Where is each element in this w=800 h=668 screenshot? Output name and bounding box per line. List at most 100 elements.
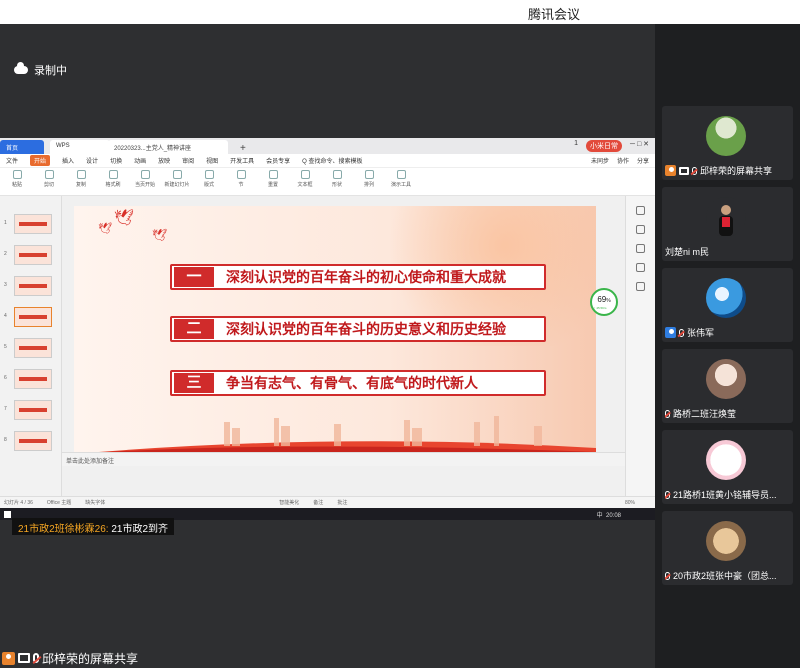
ribbon-button[interactable]: 演示工具 — [388, 170, 414, 193]
zoom-level[interactable]: 80% — [625, 500, 635, 506]
band-number: 二 — [174, 319, 214, 339]
menu-right-item[interactable]: 分享 — [637, 156, 649, 165]
participant-card[interactable]: 邱梓荣的屏幕共享 — [662, 106, 793, 180]
participant-name: 张伟军 — [687, 328, 715, 338]
status-bar: 幻灯片 4 / 36 Office 主题 缺失字体 智能美化 备注 批注 80% — [0, 496, 655, 508]
ribbon-button[interactable]: 节 — [228, 170, 254, 193]
ribbon-button[interactable]: 形状 — [324, 170, 350, 193]
editor-body: 12345678 🕊 🕊 🕊 一深刻认识党的百年奋斗的初心使命和重大成就二深刻认… — [0, 196, 655, 496]
ribbon-button[interactable]: 版式 — [196, 170, 222, 193]
participant-card[interactable]: 张伟军 — [662, 268, 793, 342]
ribbon-button[interactable]: 粘贴 — [4, 170, 30, 193]
ribbon-label: 粘贴 — [11, 182, 22, 188]
theme-label: Office 主题 — [46, 500, 72, 506]
ribbon-label: 复制 — [75, 182, 86, 188]
menu-item[interactable]: 动画 — [134, 156, 146, 165]
window-count[interactable]: 1 — [574, 140, 578, 152]
tabbar-right: 1 小米日常 ─ □ ✕ — [574, 140, 649, 152]
slide-heading-band: 三争当有志气、有骨气、有底气的时代新人 — [170, 370, 546, 396]
participant-card[interactable]: 刘楚ni m民 — [662, 187, 793, 261]
tab-home[interactable]: 首页 — [0, 140, 44, 154]
new-tab-button[interactable]: + — [234, 140, 252, 154]
participant-label: 张伟军 — [665, 326, 714, 339]
slide-thumbnail[interactable] — [14, 307, 52, 327]
app-title: 腾讯会议 — [528, 7, 581, 22]
thumbnail-number: 3 — [4, 282, 7, 288]
menu-item[interactable]: 会员专享 — [266, 156, 290, 165]
menu-item[interactable]: 切换 — [110, 156, 122, 165]
pointer-icon[interactable] — [636, 206, 645, 215]
ribbon-tool-icon — [76, 170, 86, 179]
ribbon-button[interactable]: 复制 — [68, 170, 94, 193]
menu-item[interactable]: 插入 — [62, 156, 74, 165]
participant-card[interactable]: 21路桥1班黄小铭辅导员... — [662, 430, 793, 504]
participant-card[interactable]: 20市政2班张中豪（团总... — [662, 511, 793, 585]
ribbon-tool-icon — [108, 170, 118, 179]
ribbon-button[interactable]: 当页开始 — [132, 170, 158, 193]
slide-thumbnails[interactable]: 1 2 3 4 5 6 7 8 — [0, 196, 62, 496]
ribbon-button[interactable]: 新建幻灯片 — [164, 170, 190, 193]
mic-muted-icon — [665, 571, 670, 580]
slide-thumbnail[interactable] — [14, 276, 52, 296]
menu-item[interactable]: 视图 — [206, 156, 218, 165]
user-badge[interactable]: 小米日常 — [586, 140, 623, 152]
brush-icon[interactable] — [636, 225, 645, 234]
menu-item[interactable]: Q 查找命令、搜索模板 — [302, 156, 362, 165]
band-text: 深刻认识党的百年奋斗的历史意义和历史经验 — [226, 322, 506, 338]
menu-right-item[interactable]: 未同步 — [591, 156, 609, 165]
menu-item[interactable]: 开始 — [30, 155, 51, 166]
comments-button[interactable]: 备注 — [313, 499, 323, 506]
ribbon-label: 节 — [238, 182, 244, 188]
ribbon-label: 格式刷 — [105, 182, 121, 188]
slide-thumbnail[interactable] — [14, 369, 52, 389]
menu-right-item[interactable]: 协作 — [617, 156, 629, 165]
beautify-button[interactable]: 智能美化 — [279, 499, 299, 506]
shape-icon[interactable] — [636, 244, 645, 253]
ribbon-button[interactable]: 剪切 — [36, 170, 62, 193]
annotation-button[interactable]: 批注 — [337, 499, 347, 506]
tab-wps[interactable]: WPS — [50, 140, 110, 154]
ribbon-button[interactable]: 文本框 — [292, 170, 318, 193]
slide-heading-band: 一深刻认识党的百年奋斗的初心使命和重大成就 — [170, 264, 546, 290]
participant-name: 路桥二班汪焕莹 — [673, 409, 737, 419]
recording-indicator[interactable]: 录制中 — [14, 62, 67, 78]
cartoon-avatar-icon — [706, 440, 746, 480]
notes-area[interactable]: 单击此处添加备注 — [62, 452, 625, 466]
participant-sidebar: 邱梓荣的屏幕共享刘楚ni m民张伟军路桥二班汪焕莹 21路桥1班黄小铭辅导员...… — [655, 24, 800, 668]
participant-name: 刘楚ni m民 — [665, 247, 710, 257]
slide-thumbnail[interactable] — [14, 431, 52, 451]
tab-document[interactable]: 20220323...主党人_精神讲座 — [108, 140, 228, 154]
menu-item[interactable]: 审阅 — [182, 156, 194, 165]
ime-indicator[interactable]: 中 — [597, 513, 603, 519]
ribbon-button[interactable]: 格式刷 — [100, 170, 126, 193]
menu-item[interactable]: 放映 — [158, 156, 170, 165]
slide-canvas[interactable]: 🕊 🕊 🕊 一深刻认识党的百年奋斗的初心使命和重大成就二深刻认识党的百年奋斗的历… — [74, 206, 596, 454]
ribbon-tool-icon — [396, 170, 406, 179]
ribbon-button[interactable]: 排列 — [356, 170, 382, 193]
window-controls-icon[interactable]: ─ □ ✕ — [630, 140, 649, 152]
user-icon — [665, 165, 676, 176]
help-icon[interactable] — [636, 282, 645, 291]
screen-share-footer: 邱梓荣的屏幕共享 — [0, 648, 138, 668]
menu-item[interactable]: 开发工具 — [230, 156, 254, 165]
thumbnail-number: 5 — [4, 344, 7, 350]
slide-thumbnail[interactable] — [14, 214, 52, 234]
ribbon-label: 演示工具 — [390, 182, 411, 188]
menu-item[interactable]: 文件 — [6, 156, 18, 165]
slide-thumbnail[interactable] — [14, 338, 52, 358]
slide-thumbnail[interactable] — [14, 400, 52, 420]
menu-item[interactable]: 设计 — [86, 156, 98, 165]
windows-start-icon[interactable] — [4, 510, 11, 518]
mic-muted-icon — [33, 653, 39, 663]
screen-share-icon — [18, 653, 30, 663]
thumbnail-number: 1 — [4, 220, 7, 226]
band-text: 争当有志气、有骨气、有底气的时代新人 — [226, 376, 478, 392]
participant-name: 20市政2班张中豪（团总... — [673, 571, 777, 581]
landscape-avatar-icon — [706, 116, 746, 156]
slide-thumbnail[interactable] — [14, 245, 52, 265]
participant-card[interactable]: 路桥二班汪焕莹 — [662, 349, 793, 423]
missing-font[interactable]: 缺失字体 — [85, 499, 105, 506]
layout-icon[interactable] — [636, 263, 645, 272]
ribbon-button[interactable]: 重置 — [260, 170, 286, 193]
notes-placeholder: 单击此处添加备注 — [66, 459, 115, 465]
